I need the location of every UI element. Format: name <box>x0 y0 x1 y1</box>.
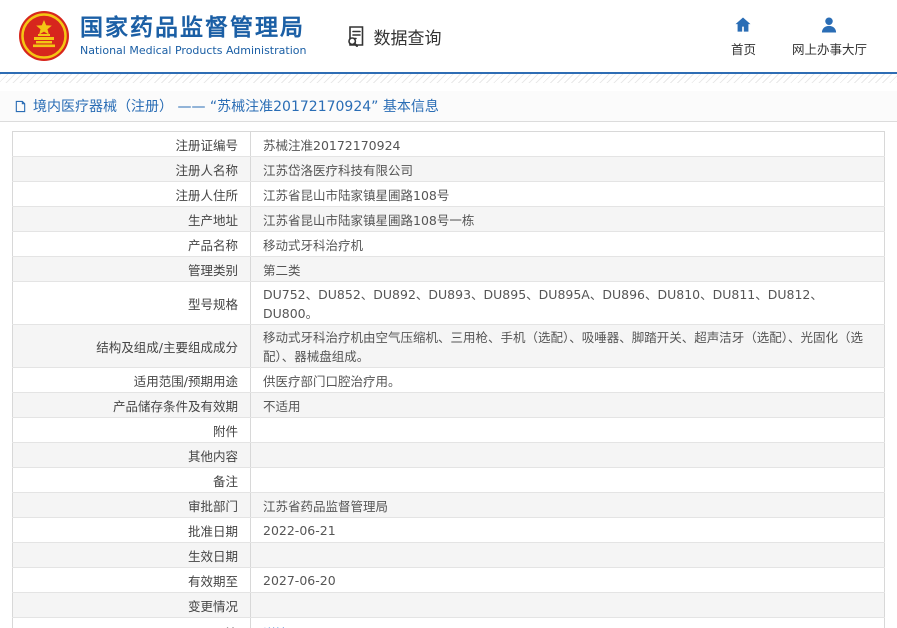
row-label: 型号规格 <box>12 281 251 325</box>
site-title: 国家药品监督管理局 National Medical Products Admi… <box>80 15 306 58</box>
row-label: 适用范围/预期用途 <box>12 367 251 393</box>
table-row: 生效日期 <box>12 542 885 568</box>
row-label: 注 <box>12 617 251 628</box>
row-value: 江苏岱洛医疗科技有限公司 <box>250 156 885 182</box>
table-row: 产品储存条件及有效期 不适用 <box>12 392 885 418</box>
table-row: 型号规格 DU752、DU852、DU892、DU893、DU895、DU895A… <box>12 281 885 325</box>
row-value: 江苏省药品监督管理局 <box>250 492 885 518</box>
row-value <box>250 592 885 618</box>
table-row: 管理类别 第二类 <box>12 256 885 282</box>
table-row: 注册人名称 江苏岱洛医疗科技有限公司 <box>12 156 885 182</box>
row-value: 移动式牙科治疗机由空气压缩机、三用枪、手机（选配）、吸唾器、脚踏开关、超声洁牙（… <box>250 324 885 368</box>
table-row: 注册证编号 苏械注准20172170924 <box>12 131 885 157</box>
home-icon <box>733 15 753 35</box>
document-search-icon <box>344 24 368 48</box>
national-emblem-logo <box>18 10 70 62</box>
row-label: 其他内容 <box>12 442 251 468</box>
info-table-body: 注册证编号 苏械注准20172170924 注册人名称 江苏岱洛医疗科技有限公司 注册人… <box>12 131 885 628</box>
breadcrumb-text: 境内医疗器械（注册） —— “苏械注准20172170924” 基本信息 <box>33 99 439 115</box>
row-value <box>250 417 885 443</box>
table-row: 产品名称 移动式牙科治疗机 <box>12 231 885 257</box>
site-title-cn: 国家药品监督管理局 <box>80 14 305 41</box>
breadcrumb: 境内医疗器械（注册） —— “苏械注准20172170924” 基本信息 <box>0 91 897 122</box>
table-row: 附件 <box>12 417 885 443</box>
row-value <box>250 467 885 493</box>
header-nav: 首页 网上办事大厅 <box>731 15 879 58</box>
row-label: 注册人名称 <box>12 156 251 182</box>
registration-info-table: 注册证编号 苏械注准20172170924 注册人名称 江苏岱洛医疗科技有限公司 注册人… <box>12 131 885 628</box>
row-label: 产品名称 <box>12 231 251 257</box>
row-label: 注册人住所 <box>12 181 251 207</box>
row-value: 供医疗部门口腔治疗用。 <box>250 367 885 393</box>
row-value: 苏械注准20172170924 <box>250 131 885 157</box>
row-label: 审批部门 <box>12 492 251 518</box>
table-row: 注详情 <box>12 617 885 628</box>
row-label: 附件 <box>12 417 251 443</box>
data-query-label: 数据查询 <box>373 28 442 49</box>
row-label: 变更情况 <box>12 592 251 618</box>
row-label: 备注 <box>12 467 251 493</box>
table-row: 结构及组成/主要组成成分 移动式牙科治疗机由空气压缩机、三用枪、手机（选配）、吸唾… <box>12 324 885 368</box>
row-label: 管理类别 <box>12 256 251 282</box>
row-label: 产品储存条件及有效期 <box>12 392 251 418</box>
row-value: 2027-06-20 <box>250 567 885 593</box>
row-value: 移动式牙科治疗机 <box>250 231 885 257</box>
row-value <box>250 442 885 468</box>
registration-info-table-wrap: 注册证编号 苏械注准20172170924 注册人名称 江苏岱洛医疗科技有限公司 注册人… <box>0 131 897 628</box>
row-label: 生产地址 <box>12 206 251 232</box>
nav-service-hall-label: 网上办事大厅 <box>791 41 867 57</box>
table-row: 注册人住所 江苏省昆山市陆家镇星圃路108号 <box>12 181 885 207</box>
row-label: 结构及组成/主要组成成分 <box>12 324 251 368</box>
data-query-entry[interactable]: 数据查询 <box>344 24 441 49</box>
row-label: 生效日期 <box>12 542 251 568</box>
person-icon <box>819 15 839 35</box>
header: 国家药品监督管理局 National Medical Products Admi… <box>0 0 897 72</box>
row-value: 第二类 <box>250 256 885 282</box>
table-row: 有效期至 2027-06-20 <box>12 567 885 593</box>
table-row: 变更情况 <box>12 592 885 618</box>
row-value: 详情 <box>251 618 885 628</box>
nav-service-hall[interactable]: 网上办事大厅 <box>792 15 867 58</box>
nav-home[interactable]: 首页 <box>731 15 756 58</box>
table-row: 生产地址 江苏省昆山市陆家镇星圃路108号一栋 <box>12 206 885 232</box>
row-label: 有效期至 <box>12 567 251 593</box>
table-row: 审批部门 江苏省药品监督管理局 <box>12 492 885 518</box>
row-label: 注册证编号 <box>12 131 251 157</box>
row-label: 批准日期 <box>12 517 251 543</box>
document-icon <box>14 100 27 113</box>
row-value: 不适用 <box>250 392 885 418</box>
row-value: 江苏省昆山市陆家镇星圃路108号 <box>250 181 885 207</box>
row-value: 2022-06-21 <box>250 517 885 543</box>
table-row: 适用范围/预期用途 供医疗部门口腔治疗用。 <box>12 367 885 393</box>
table-row: 其他内容 <box>12 442 885 468</box>
table-row: 批准日期 2022-06-21 <box>12 517 885 543</box>
row-value: 江苏省昆山市陆家镇星圃路108号一栋 <box>250 206 885 232</box>
nav-home-label: 首页 <box>730 41 756 57</box>
row-value <box>250 542 885 568</box>
hatch-pattern-band <box>0 74 897 83</box>
table-row: 备注 <box>12 467 885 493</box>
site-title-en: National Medical Products Administration <box>80 44 307 58</box>
row-value: DU752、DU852、DU892、DU893、DU895、DU895A、DU8… <box>250 281 885 325</box>
